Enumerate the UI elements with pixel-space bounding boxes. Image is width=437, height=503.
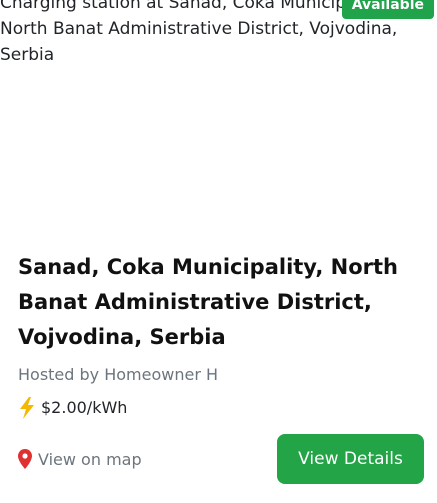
view-on-map-link[interactable]: View on map [18,449,142,469]
price-row: $2.00/kWh [18,396,424,420]
station-title: Sanad, Coka Municipality, North Banat Ad… [18,255,398,349]
price-label: $2.00/kWh [41,398,128,417]
host-label: Hosted by Homeowner H [18,365,219,384]
card-footer: View on map View Details [18,434,424,484]
status-badge: Available [341,0,434,19]
card-body: Sanad, Coka Municipality, North Banat Ad… [18,250,424,420]
view-on-map-label: View on map [38,449,142,469]
charging-station-card: Charging station at Sanad, Coka Municipa… [0,0,437,503]
map-pin-icon [18,449,32,469]
lightning-bolt-icon [18,397,36,419]
station-image: Charging station at Sanad, Coka Municipa… [0,0,437,230]
view-details-button[interactable]: View Details [277,434,424,484]
